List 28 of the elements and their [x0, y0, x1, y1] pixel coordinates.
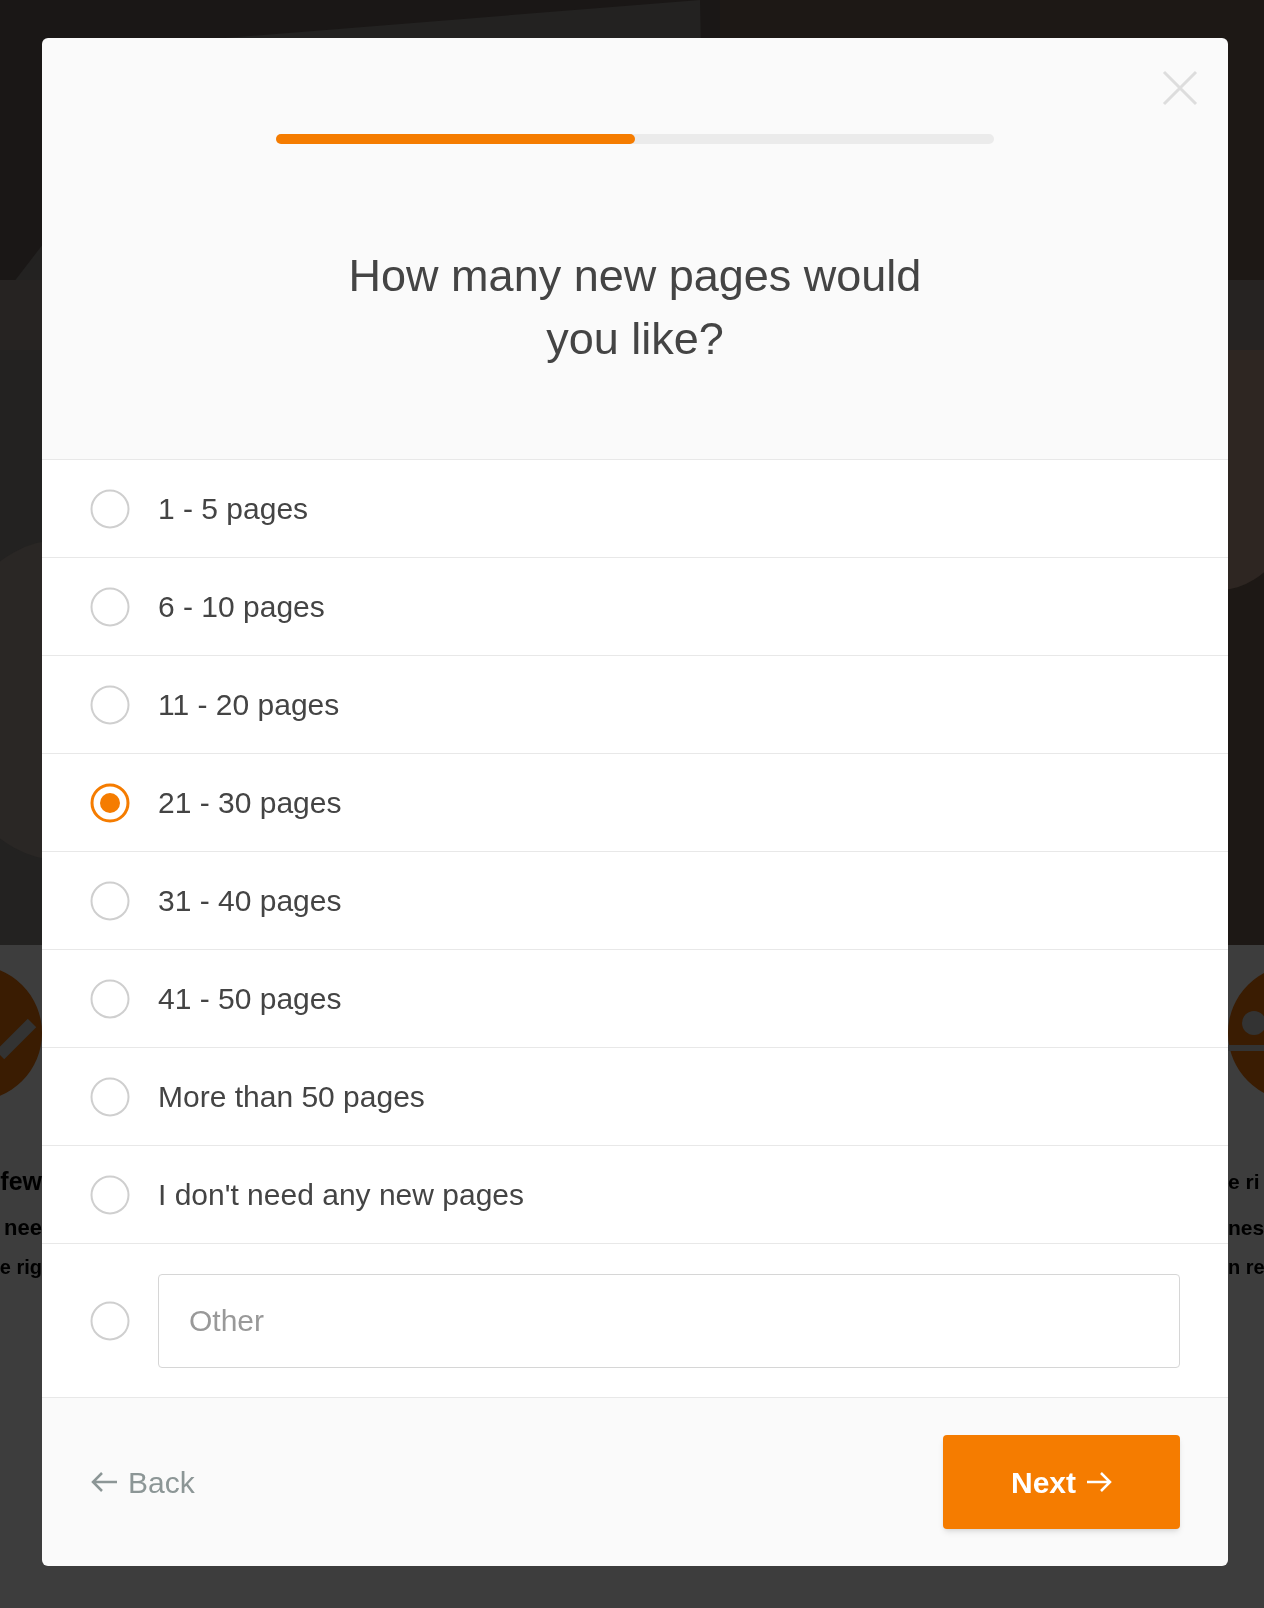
radio-button[interactable] [90, 684, 130, 725]
background-text: n re [1228, 1257, 1264, 1277]
background-text: nee [4, 1217, 42, 1239]
radio-button[interactable] [90, 1174, 130, 1215]
radio-button[interactable] [90, 978, 130, 1019]
option-label[interactable]: 41 - 50 pages [158, 976, 342, 1021]
background-text: few [0, 1169, 42, 1194]
background-text: e rig [0, 1257, 42, 1277]
background-text: e ri [1228, 1171, 1260, 1192]
radio-button[interactable] [90, 880, 130, 921]
arrow-left-icon [90, 1471, 118, 1493]
radio-button[interactable] [90, 782, 130, 823]
option-label[interactable]: I don't need any new pages [158, 1172, 524, 1217]
radio-button[interactable] [90, 488, 130, 529]
radio-button[interactable] [90, 1076, 130, 1117]
option-label[interactable]: 11 - 20 pages [158, 682, 340, 727]
radio-button[interactable] [90, 586, 130, 627]
option-label[interactable]: 6 - 10 pages [158, 584, 325, 629]
radio-button[interactable] [90, 1300, 130, 1341]
close-icon[interactable] [1162, 70, 1198, 106]
option-label[interactable]: 1 - 5 pages [158, 486, 309, 531]
arrow-right-icon [1086, 1471, 1112, 1493]
option-label[interactable]: 21 - 30 pages [158, 780, 342, 825]
other-input-field[interactable]: Other [158, 1273, 1180, 1368]
option-label[interactable]: More than 50 pages [158, 1074, 425, 1119]
question-title: How many new pages would you like? [347, 249, 923, 366]
option-label[interactable]: 31 - 40 pages [158, 878, 342, 923]
background-text: nes [1228, 1217, 1264, 1238]
